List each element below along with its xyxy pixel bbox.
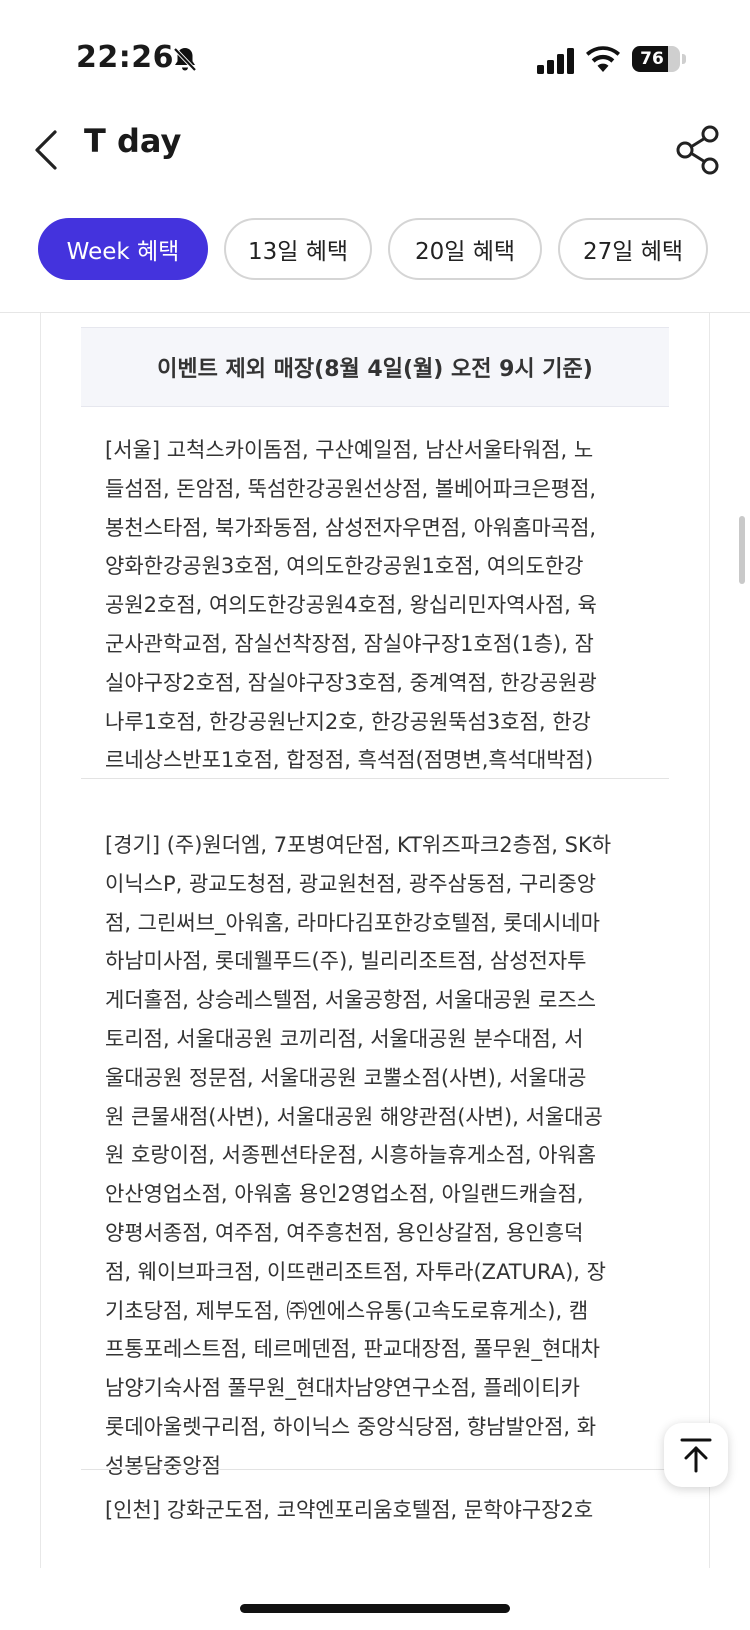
cellular-signal-icon [537,48,574,74]
store-line: 실야구장2호점, 잠실야구장3호점, 중계역점, 한강공원광 [105,670,597,695]
store-line: 원 큰물새점(사변), 서울대공원 해양관점(사변), 서울대공 [105,1104,603,1129]
store-line: 하남미사점, 롯데웰푸드(주), 빌리리조트점, 삼성전자투 [105,949,587,974]
store-line: 점, 웨이브파크점, 이뜨랜리조트점, 자투라(ZATURA), 장 [105,1259,606,1284]
store-line: 게더홀점, 상승레스텔점, 서울공항점, 서울대공원 로즈스 [105,988,597,1013]
battery-level: 76 [640,49,664,69]
benefit-tabs: Week 혜택 13일 혜택 20일 혜택 27일 혜택 [38,218,728,282]
scrollbar[interactable] [739,516,745,584]
wifi-icon [586,46,620,72]
arrow-up-to-top-icon [680,1438,712,1473]
store-line: 군사관학교점, 잠실선착장점, 잠실야구장1호점(1층), 잠 [105,631,594,656]
excluded-stores-card: 이벤트 제외 매장(8월 4일(월) 오전 9시 기준) [서울] 고척스카이돔… [40,313,710,1568]
store-line: 원 호랑이점, 서종펜션타운점, 시흥하늘휴게소점, 아워홈 [105,1143,597,1168]
back-button[interactable] [26,120,66,180]
seoul-store-list: [서울] 고척스카이돔점, 구산예일점, 남산서울타워점, 노 들섬점, 돈암점… [105,431,657,780]
app-header: T day [0,110,750,210]
store-line: 토리점, 서울대공원 코끼리점, 서울대공원 분수대점, 서 [105,1026,584,1051]
status-time: 22:26 [76,40,174,75]
store-line: 르네상스반포1호점, 합정점, 흑석점(점명변,흑석대박점) [105,748,594,773]
event-exclusion-header: 이벤트 제외 매장(8월 4일(월) 오전 9시 기준) [81,327,669,407]
gyeonggi-store-list: [경기] (주)원더엠, 7포병여단점, KT위즈파크2층점, SK하 이닉스P… [105,826,657,1486]
incheon-store-list: [인천] 강화군도점, 코약엔포리움호텔점, 문학야구장2호 [105,1491,657,1530]
share-icon [676,125,719,175]
tab-27[interactable]: 27일 혜택 [558,218,708,280]
bell-slash-icon [173,47,197,72]
store-line: 성봉담중앙점 [105,1453,221,1478]
store-line: [서울] 고척스카이돔점, 구산예일점, 남산서울타워점, 노 [105,438,594,462]
store-line: [인천] 강화군도점, 코약엔포리움호텔점, 문학야구장2호 [105,1498,594,1522]
store-line: 남양기숙사점 풀무원_현대차남양연구소점, 플레이티카 [105,1376,580,1401]
store-line: [경기] (주)원더엠, 7포병여단점, KT위즈파크2층점, SK하 [105,833,612,857]
store-line: 들섬점, 돈암점, 뚝섬한강공원선상점, 볼베어파크은평점, [105,476,597,501]
store-line: 공원2호점, 여의도한강공원4호점, 왕십리민자역사점, 육 [105,593,597,618]
store-line: 기초당점, 제부도점, ㈜엔에스유통(고속도로휴게소), 캠 [105,1298,589,1323]
store-line: 울대공원 정문점, 서울대공원 코뿔소점(사변), 서울대공 [105,1065,587,1090]
scroll-to-top-button[interactable] [664,1423,728,1487]
status-bar: 22:26 76 [0,0,750,110]
home-indicator [240,1604,510,1613]
store-line: 안산영업소점, 아워홈 용인2영업소점, 아일랜드캐슬점, [105,1182,584,1207]
tab-13[interactable]: 13일 혜택 [224,218,372,280]
store-line: 이닉스P, 광교도청점, 광교원천점, 광주삼동점, 구리중앙 [105,871,597,896]
store-line: 롯데아울렛구리점, 하이닉스 중앙식당점, 향남발안점, 화 [105,1414,597,1439]
section-divider [81,778,669,779]
tab-week[interactable]: Week 혜택 [38,218,208,280]
chevron-left-icon [35,130,57,170]
section-divider [81,1469,669,1470]
store-line: 점, 그린써브_아워홈, 라마다김포한강호텔점, 롯데시네마 [105,910,600,935]
store-line: 나루1호점, 한강공원난지2호, 한강공원뚝섬3호점, 한강 [105,709,591,734]
share-button[interactable] [668,118,728,182]
tab-20[interactable]: 20일 혜택 [388,218,542,280]
store-line: 봉천스타점, 북가좌동점, 삼성전자우면점, 아워홈마곡점, [105,515,597,540]
store-line: 양평서종점, 여주점, 여주흥천점, 용인상갈점, 용인흥덕 [105,1220,584,1245]
store-line: 양화한강공원3호점, 여의도한강공원1호점, 여의도한강 [105,554,584,579]
battery-cap [682,54,686,64]
page-title: T day [84,122,182,160]
store-line: 프통포레스트점, 테르메덴점, 판교대장점, 풀무원_현대차 [105,1337,600,1362]
battery-icon: 76 [632,46,680,72]
